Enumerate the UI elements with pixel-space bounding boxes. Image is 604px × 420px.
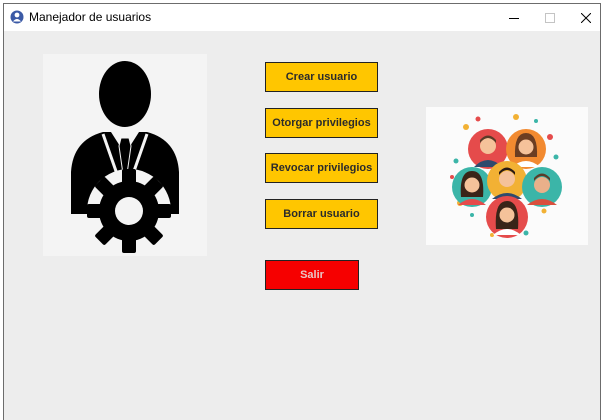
app-window: Manejador de usuarios Crear usuario Otor… bbox=[3, 3, 601, 420]
create-user-button[interactable]: Crear usuario bbox=[265, 62, 378, 92]
admin-user-gear-icon bbox=[71, 61, 179, 253]
exit-button[interactable]: Salir bbox=[265, 260, 359, 290]
app-icon bbox=[10, 10, 24, 24]
close-icon bbox=[581, 12, 591, 23]
delete-user-button[interactable]: Borrar usuario bbox=[265, 199, 378, 229]
minimize-icon bbox=[509, 17, 519, 19]
window-title: Manejador de usuarios bbox=[29, 10, 152, 24]
title-bar: Manejador de usuarios bbox=[4, 4, 600, 31]
grant-privileges-button[interactable]: Otorgar privilegios bbox=[265, 108, 378, 138]
users-group-image bbox=[426, 107, 588, 245]
maximize-button[interactable] bbox=[532, 4, 568, 31]
close-button[interactable] bbox=[568, 4, 600, 31]
admin-image bbox=[43, 54, 207, 256]
user-group-avatars bbox=[450, 114, 562, 238]
minimize-button[interactable] bbox=[496, 4, 532, 31]
maximize-icon bbox=[545, 12, 555, 23]
revoke-privileges-button[interactable]: Revocar privilegios bbox=[265, 153, 378, 183]
